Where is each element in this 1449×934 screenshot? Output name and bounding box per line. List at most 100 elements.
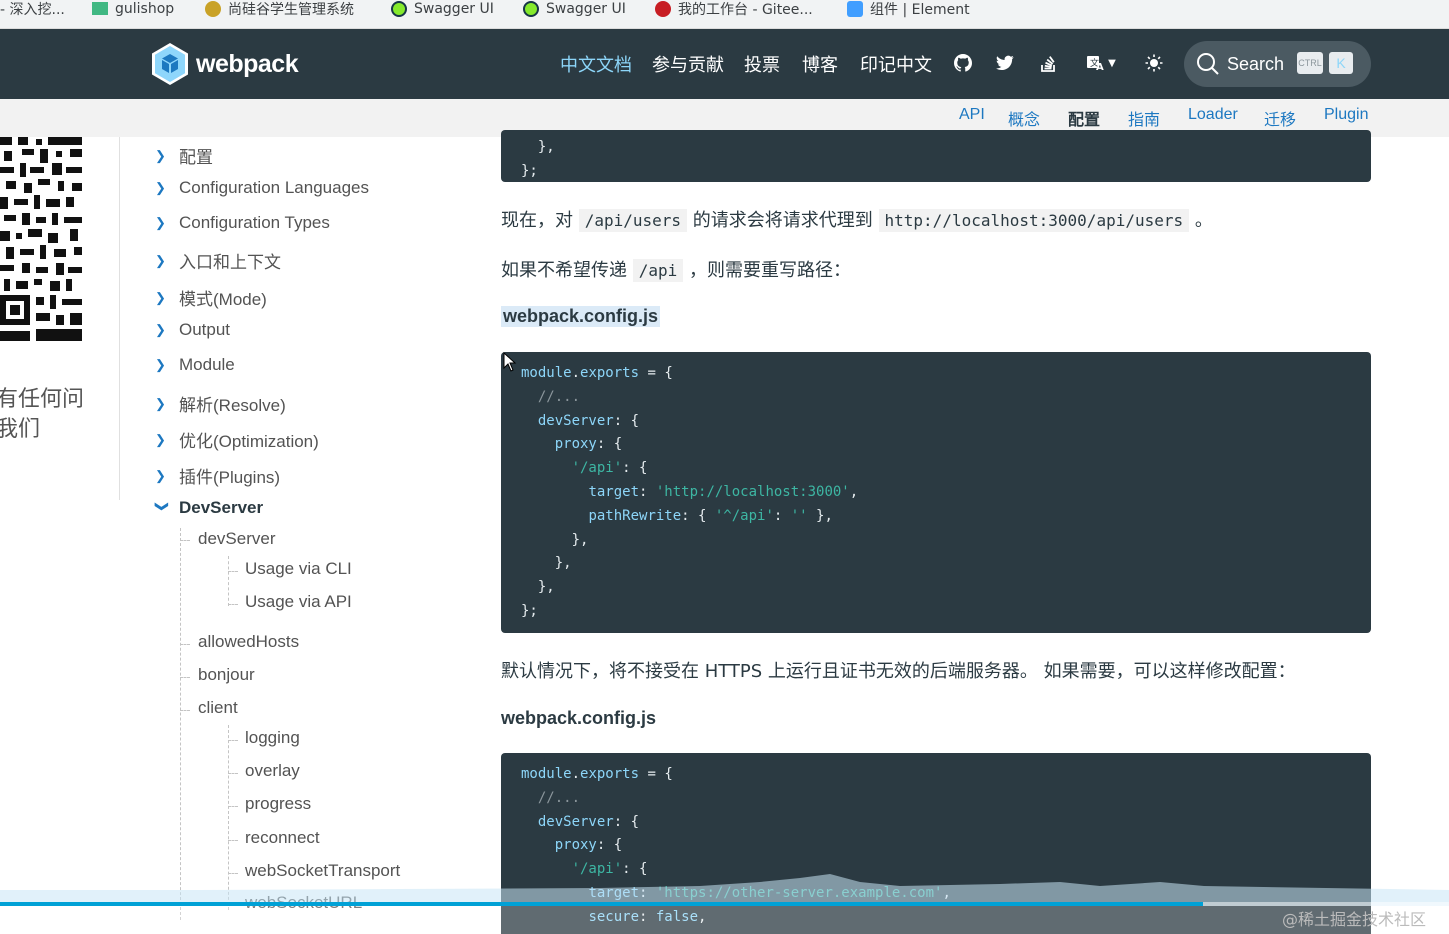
mouse-cursor-icon <box>503 352 517 372</box>
twitter-icon[interactable] <box>995 53 1015 73</box>
sidebar-item-mode[interactable]: ❯ 模式(Mode) <box>155 285 267 310</box>
chevron-right-icon: ❯ <box>155 395 166 411</box>
bookmarks-bar: - 深入挖... gulishop 尚硅谷学生管理系统 Swagger UI S… <box>0 0 1449 29</box>
player-bottom-strip <box>0 906 1449 934</box>
gitee-icon <box>655 0 671 17</box>
vue-icon <box>92 2 108 15</box>
tree-line <box>180 677 190 678</box>
nav-docschina[interactable]: 印记中文 <box>860 51 932 77</box>
sidebar-item-configuration-languages[interactable]: ❯ Configuration Languages <box>155 178 369 198</box>
code-filename: webpack.config.js <box>501 708 657 728</box>
site-header: webpack 中文文档 参与贡献 投票 博客 印记中文 文A ▼ Search… <box>0 29 1449 99</box>
chevron-down-icon: ❯ <box>155 501 170 512</box>
chevron-right-icon: ❯ <box>155 322 166 337</box>
paragraph-https: 默认情况下，将不接受在 HTTPS 上运行且证书无效的后端服务器。 如果需要，可… <box>501 661 1296 682</box>
sidebar-divider <box>119 137 120 500</box>
tree-line <box>228 571 238 572</box>
chevron-right-icon: ❯ <box>155 289 166 305</box>
sidebar-item-configuration[interactable]: ❯ 配置 <box>155 143 213 168</box>
nav-docs[interactable]: 中文文档 <box>560 51 632 77</box>
bookmark-item[interactable]: 组件 | Element <box>847 0 970 23</box>
paragraph-path-rewrite: 如果不希望传递 /api ，则需要重写路径： <box>501 259 851 282</box>
subnav-configuration[interactable]: 配置 <box>1068 106 1100 130</box>
sidebar-item-entry-context[interactable]: ❯ 入口和上下文 <box>155 248 281 273</box>
nav-blog[interactable]: 博客 <box>802 51 838 77</box>
subnav-concepts[interactable]: 概念 <box>1008 106 1040 130</box>
subnav-api[interactable]: API <box>959 106 985 124</box>
sidebar-sub-progress[interactable]: progress <box>245 794 311 814</box>
search-label: Search <box>1227 53 1285 74</box>
tree-line <box>228 773 238 774</box>
tree-line <box>180 528 181 920</box>
bookmark-item[interactable]: 尚硅谷学生管理系统 <box>205 0 354 23</box>
sidebar-sub-usage-cli[interactable]: Usage via CLI <box>245 559 352 579</box>
tree-line <box>228 740 238 741</box>
bookmark-item[interactable]: Swagger UI <box>523 0 626 23</box>
inline-code: http://localhost:3000/api/users <box>878 209 1190 232</box>
tree-line <box>180 710 190 711</box>
webpack-cube-icon <box>152 43 188 85</box>
left-promo-text-line1: 有任何问 <box>0 387 85 412</box>
tree-line <box>228 556 229 606</box>
language-icon[interactable]: 文A ▼ <box>1082 53 1120 73</box>
code-block-path-rewrite: module.exports = { //... devServer: { pr… <box>501 352 1371 633</box>
sidebar-item-optimization[interactable]: ❯ 优化(Optimization) <box>155 427 319 452</box>
sidebar-item-module[interactable]: ❯ Module <box>155 355 235 375</box>
sidebar-sub-client[interactable]: client <box>198 698 238 718</box>
sidebar-item-configuration-types[interactable]: ❯ Configuration Types <box>155 213 330 233</box>
subnav-loaders[interactable]: Loader <box>1188 106 1238 124</box>
left-promo-text-line2: 我们 <box>0 417 41 442</box>
subnav-migrate[interactable]: 迁移 <box>1264 106 1296 130</box>
theme-toggle-icon[interactable] <box>1144 53 1164 73</box>
webpack-logo[interactable]: webpack <box>150 42 299 86</box>
inline-code: /api <box>632 259 684 282</box>
bookmark-item[interactable]: gulishop <box>92 0 174 23</box>
chevron-right-icon: ❯ <box>155 252 166 268</box>
chevron-right-icon: ❯ <box>155 147 166 163</box>
subnav-plugins[interactable]: Plugin <box>1324 106 1368 124</box>
code-filename: webpack.config.js <box>501 306 661 327</box>
bookmark-item[interactable]: 我的工作台 - Gitee... <box>655 0 813 23</box>
sidebar-item-plugins[interactable]: ❯ 插件(Plugins) <box>155 463 280 488</box>
watermark-text: @稀土掘金技术社区 <box>1282 910 1427 929</box>
subnav-guides[interactable]: 指南 <box>1128 106 1160 130</box>
sidebar-sub-overlay[interactable]: overlay <box>245 761 300 781</box>
chevron-right-icon: ❯ <box>155 357 166 372</box>
sidebar-item-output[interactable]: ❯ Output <box>155 320 230 340</box>
chevron-right-icon: ❯ <box>155 215 166 230</box>
tree-line <box>180 540 190 541</box>
tree-line <box>228 806 238 807</box>
inline-code: /api/users <box>578 209 688 232</box>
bookmark-item[interactable]: - 深入挖... <box>0 0 65 23</box>
bookmark-item[interactable]: Swagger UI <box>391 0 494 23</box>
tree-line <box>228 840 238 841</box>
paragraph-proxy-result: 现在，对 /api/users 的请求会将请求代理到 http://localh… <box>501 209 1213 232</box>
nav-vote[interactable]: 投票 <box>744 51 780 77</box>
sidebar-sub-usage-api[interactable]: Usage via API <box>245 592 352 612</box>
tree-line <box>228 604 238 605</box>
sidebar-sub-bonjour[interactable]: bonjour <box>198 665 255 685</box>
code-block-previous: }, }; <box>501 130 1371 182</box>
search-icon <box>1197 53 1219 75</box>
site-icon <box>205 0 221 17</box>
sidebar-sub-logging[interactable]: logging <box>245 728 300 748</box>
code-block-text: module.exports = { //... devServer: { pr… <box>521 365 859 619</box>
search-button[interactable]: Search CTRL K <box>1184 41 1371 87</box>
svg-text:A: A <box>1096 62 1104 72</box>
stackoverflow-icon[interactable] <box>1038 53 1058 73</box>
sidebar-sub-reconnect[interactable]: reconnect <box>245 828 320 848</box>
sidebar-sub-allowed-hosts[interactable]: allowedHosts <box>198 632 299 652</box>
github-icon[interactable] <box>953 53 973 73</box>
sidebar-item-resolve[interactable]: ❯ 解析(Resolve) <box>155 391 286 416</box>
nav-contribute[interactable]: 参与贡献 <box>652 51 724 77</box>
logo-text: webpack <box>196 49 299 78</box>
swagger-icon <box>523 0 539 17</box>
chevron-down-icon: ▼ <box>1108 57 1116 69</box>
sidebar-item-devserver[interactable]: ❯ DevServer <box>155 498 263 518</box>
audio-waveform <box>0 874 1449 906</box>
code-block-text: }, }; <box>521 139 555 179</box>
tree-line <box>180 644 190 645</box>
qr-code <box>0 137 82 342</box>
sidebar-sub-devserver[interactable]: devServer <box>198 529 275 549</box>
chevron-right-icon: ❯ <box>155 180 166 195</box>
